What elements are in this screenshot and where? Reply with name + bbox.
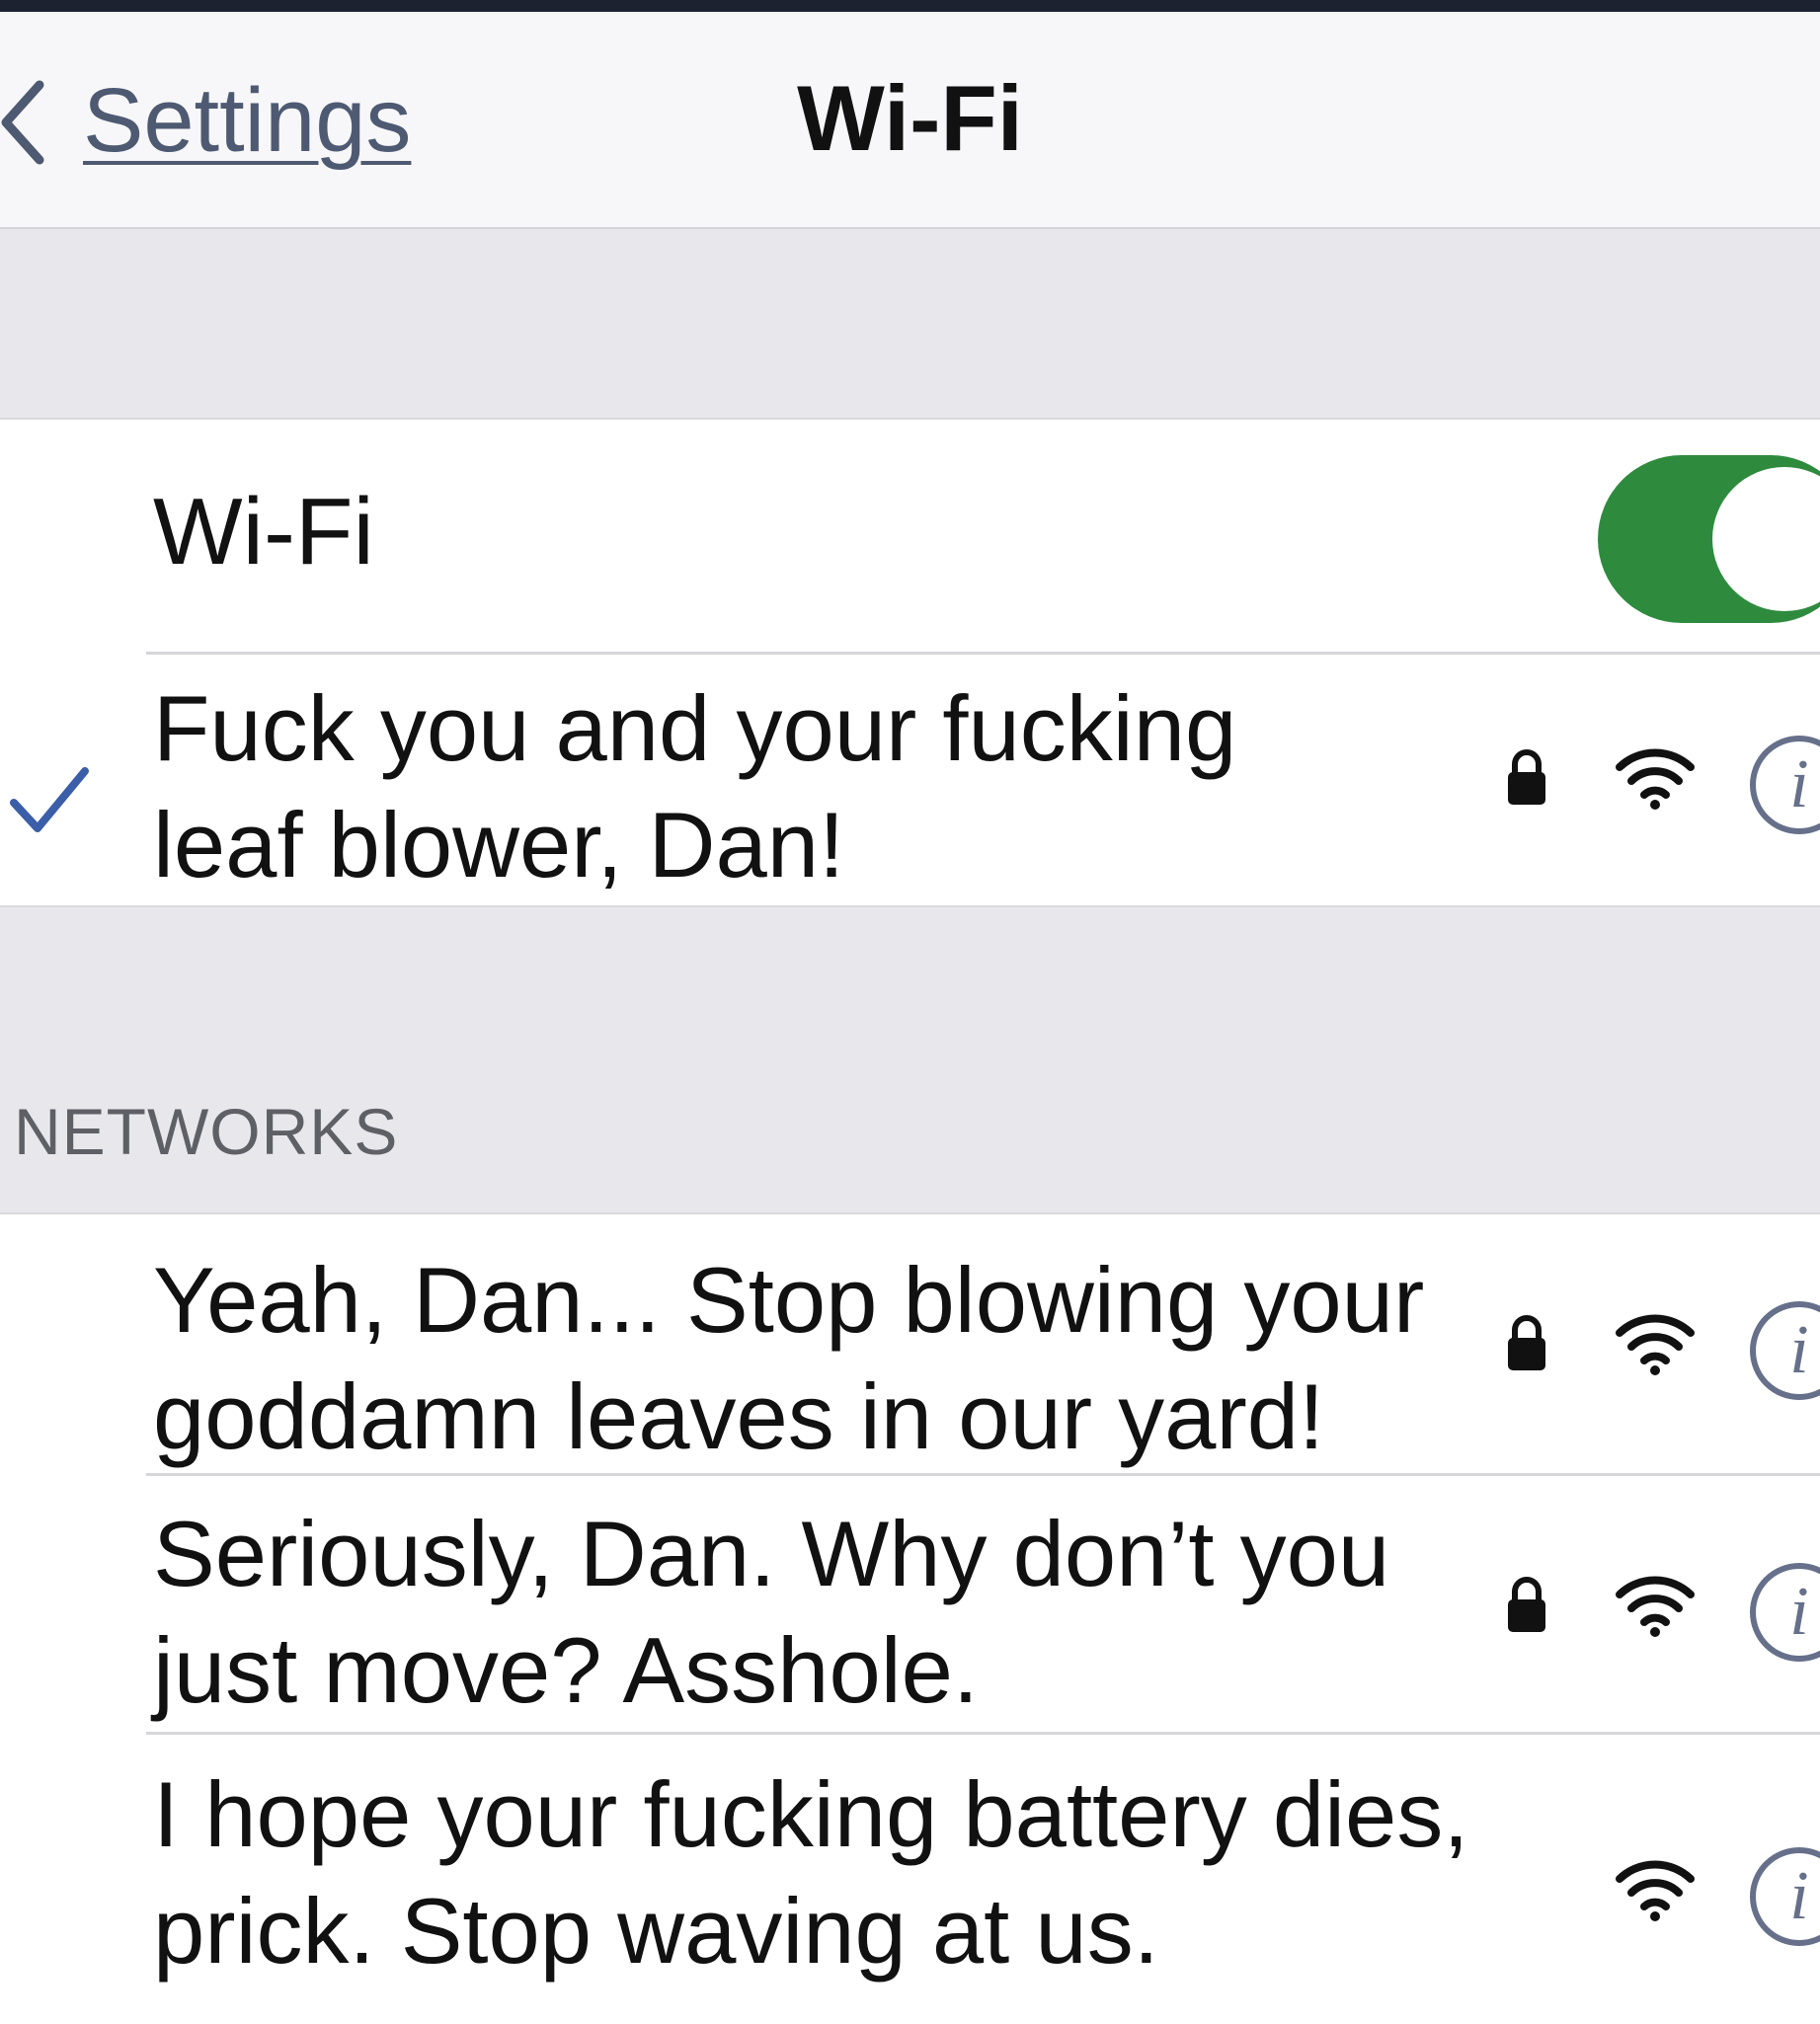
wifi-toggle-switch[interactable] [1598,455,1820,623]
network-row[interactable]: Yeah, Dan... Stop blowing your goddamn l… [0,1214,1820,1476]
wifi-signal-icon [1616,1576,1695,1637]
page-title: Wi-Fi [797,66,1023,170]
info-icon[interactable]: i [1750,1301,1820,1400]
network-name-line: goddamn leaves in our yard! [153,1364,1325,1468]
wifi-signal-icon [1616,1860,1695,1921]
lock-icon [1508,1577,1545,1632]
checkmark-icon [10,767,89,832]
network-name: I hope your fucking battery dies, prick.… [153,1756,1555,1989]
wifi-toggle-label: Wi-Fi [153,479,374,584]
network-name-line: prick. Stop waving at us. [153,1879,1159,1983]
networks-section-header: NETWORKS [14,1095,399,1168]
wifi-settings-group: Wi-Fi Fuck you and your fucking leaf blo… [0,418,1820,907]
info-icon[interactable]: i [1750,1563,1820,1662]
toggle-knob [1712,467,1820,611]
network-name: Seriously, Dan. Why don’t you just move?… [153,1496,1555,1729]
network-name-line: Seriously, Dan. Why don’t you [153,1502,1390,1605]
network-name-line: leaf blower, Dan! [153,793,845,896]
connected-network-row[interactable]: Fuck you and your fucking leaf blower, D… [0,655,1820,905]
wifi-signal-icon [1616,748,1695,810]
lock-icon [1508,749,1545,805]
network-name-line: just move? Asshole. [153,1618,979,1722]
network-name-line: Fuck you and your fucking [153,676,1237,780]
info-icon[interactable]: i [1750,1847,1820,1946]
network-name-line: I hope your fucking battery dies, [153,1762,1469,1866]
wifi-signal-icon [1616,1314,1695,1375]
network-name-line: Yeah, Dan... Stop blowing your [153,1248,1425,1352]
info-icon[interactable]: i [1750,736,1820,834]
networks-list: Yeah, Dan... Stop blowing your goddamn l… [0,1212,1820,2024]
network-name: Yeah, Dan... Stop blowing your goddamn l… [153,1242,1555,1475]
network-row[interactable]: Seriously, Dan. Why don’t you just move?… [0,1476,1820,1735]
lock-icon [1508,1315,1545,1370]
navigation-bar: Settings Wi-Fi [0,12,1820,229]
wifi-toggle-row: Wi-Fi [0,420,1820,655]
network-row[interactable]: I hope your fucking battery dies, prick.… [0,1735,1820,2024]
connected-network-name: Fuck you and your fucking leaf blower, D… [153,670,1555,903]
status-strip [0,0,1820,12]
